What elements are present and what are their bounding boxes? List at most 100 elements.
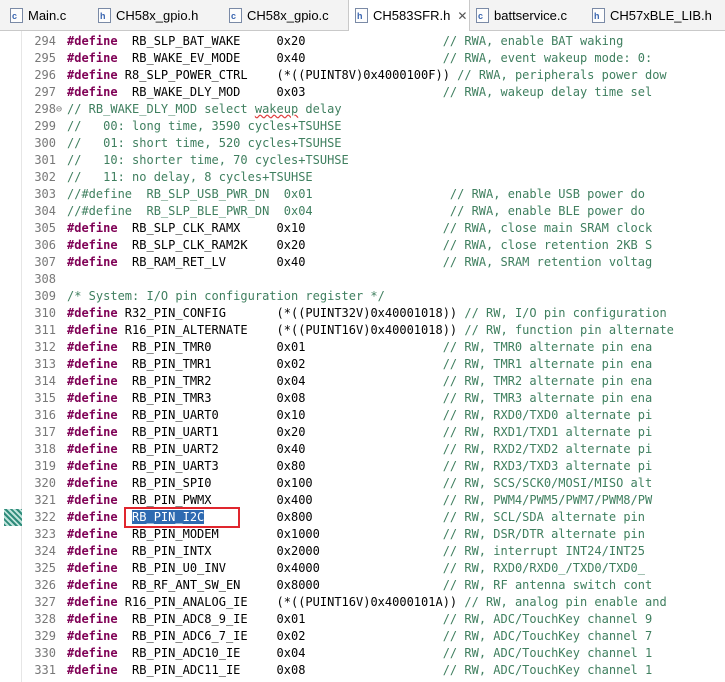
code-line[interactable]: 309 /* System: I/O pin configuration regi… bbox=[0, 288, 725, 305]
code-line[interactable]: 323 #define RB_PIN_MODEM 0x1000 // RW, DS… bbox=[0, 526, 725, 543]
line-comment: delay bbox=[298, 102, 342, 116]
line-number: 319 bbox=[34, 459, 56, 473]
code-line[interactable]: 306 #define RB_SLP_CLK_RAM2K 0x20 // RWA,… bbox=[0, 237, 725, 254]
macro-name: RB_RF_ANT_SW_EN bbox=[117, 578, 241, 592]
code-line[interactable]: 321 #define RB_PIN_PWMX 0x400 // RW, PWM4… bbox=[0, 492, 725, 509]
code-line[interactable]: 324 #define RB_PIN_INTX 0x2000 // RW, int… bbox=[0, 543, 725, 560]
code-line[interactable]: 304 //#define RB_SLP_BLE_PWR_DN 0x04 // R… bbox=[0, 203, 725, 220]
code-line[interactable]: 325 #define RB_PIN_U0_INV 0x4000 // RW, R… bbox=[0, 560, 725, 577]
line-comment: // RWA, enable BAT waking bbox=[442, 34, 624, 48]
line-number: 298 bbox=[34, 102, 56, 116]
code-line[interactable]: 330 #define RB_PIN_ADC10_IE 0x04 // RW, A… bbox=[0, 645, 725, 662]
line-number: 315 bbox=[34, 391, 56, 405]
tab-ch57xble-lib-h[interactable]: h CH57xBLE_LIB.h bbox=[586, 0, 725, 30]
code-line[interactable]: 301 // 10: shorter time, 70 cycles+TSUHSE bbox=[0, 152, 725, 169]
code-line[interactable]: 298 ⊖ // RB_WAKE_DLY_MOD select wakeup del… bbox=[0, 101, 725, 118]
code-line[interactable]: 320 #define RB_PIN_SPI0 0x100 // RW, SCS/… bbox=[0, 475, 725, 492]
code-line[interactable]: 300 // 01: short time, 520 cycles+TSUHSE bbox=[0, 135, 725, 152]
code-line[interactable]: 294 #define RB_SLP_BAT_WAKE 0x20 // RWA, … bbox=[0, 33, 725, 50]
code-line[interactable]: 322 #define RB_PIN_I2C 0x800 // RW, SCL/S… bbox=[0, 509, 725, 526]
code-line[interactable]: 319 #define RB_PIN_UART3 0x80 // RW, RXD3… bbox=[0, 458, 725, 475]
tab-ch58x-gpio-h[interactable]: h CH58x_gpio.h bbox=[92, 0, 223, 30]
code-line[interactable]: 326 #define RB_RF_ANT_SW_EN 0x8000 // RW,… bbox=[0, 577, 725, 594]
code-line[interactable]: 299 // 00: long time, 3590 cycles+TSUHSE bbox=[0, 118, 725, 135]
line-number: 320 bbox=[34, 476, 56, 490]
code-text: #define RB_PIN_MODEM 0x1000 // RW, DSR/D… bbox=[67, 526, 645, 543]
macro-value: 0x08 bbox=[240, 663, 443, 677]
line-number: 330 bbox=[34, 646, 56, 660]
line-number: 297 bbox=[34, 85, 56, 99]
code-line[interactable]: 311 #define R16_PIN_ALTERNATE (*((PUINT16… bbox=[0, 322, 725, 339]
macro-value: 0x08 bbox=[211, 391, 443, 405]
code-line[interactable]: 296 #define R8_SLP_POWER_CTRL (*((PUINT8V… bbox=[0, 67, 725, 84]
code-text: #define RB_WAKE_EV_MODE 0x40 // RWA, eve… bbox=[67, 50, 652, 67]
occurrence-marker-icon[interactable] bbox=[4, 509, 22, 526]
line-comment: /* System: I/O pin configuration registe… bbox=[67, 289, 385, 303]
tab-ch58x-gpio-c[interactable]: c CH58x_gpio.c bbox=[223, 0, 348, 30]
code-line[interactable]: 314 #define RB_PIN_TMR2 0x04 // RW, TMR2 … bbox=[0, 373, 725, 390]
code-line[interactable]: 310 #define R32_PIN_CONFIG (*((PUINT32V)0… bbox=[0, 305, 725, 322]
code-line[interactable]: 302 // 11: no delay, 8 cycles+TSUHSE bbox=[0, 169, 725, 186]
line-number: 294 bbox=[34, 34, 56, 48]
code-line[interactable]: 297 #define RB_WAKE_DLY_MOD 0x03 // RWA, … bbox=[0, 84, 725, 101]
macro-value: 0x02 bbox=[247, 629, 443, 643]
line-number: 324 bbox=[34, 544, 56, 558]
close-tab-icon[interactable]: ✕ bbox=[457, 9, 467, 23]
line-comment: // 11: no delay, 8 cycles+TSUHSE bbox=[67, 170, 313, 184]
code-line[interactable]: 315 #define RB_PIN_TMR3 0x08 // RW, TMR3 … bbox=[0, 390, 725, 407]
preprocessor-keyword: #define bbox=[67, 68, 118, 82]
code-line[interactable]: 312 #define RB_PIN_TMR0 0x01 // RW, TMR0 … bbox=[0, 339, 725, 356]
code-text: // 10: shorter time, 70 cycles+TSUHSE bbox=[67, 152, 349, 169]
preprocessor-keyword: #define bbox=[67, 340, 118, 354]
preprocessor-keyword: #define bbox=[67, 646, 118, 660]
code-editor[interactable]: 294 #define RB_SLP_BAT_WAKE 0x20 // RWA, … bbox=[0, 31, 725, 682]
tab-label: CH57xBLE_LIB.h bbox=[610, 7, 712, 23]
preprocessor-keyword: #define bbox=[67, 595, 118, 609]
tab-main-c[interactable]: c Main.c bbox=[4, 0, 92, 30]
preprocessor-keyword: #define bbox=[67, 306, 118, 320]
line-comment: // RW, RF antenna switch cont bbox=[442, 578, 653, 592]
code-text: #define RB_PIN_TMR0 0x01 // RW, TMR0 alt… bbox=[67, 339, 652, 356]
code-line[interactable]: 329 #define RB_PIN_ADC6_7_IE 0x02 // RW, … bbox=[0, 628, 725, 645]
tab-battservice-c[interactable]: c battservice.c bbox=[470, 0, 586, 30]
code-line[interactable]: 316 #define RB_PIN_UART0 0x10 // RW, RXD0… bbox=[0, 407, 725, 424]
line-number: 307 bbox=[34, 255, 56, 269]
code-line[interactable]: 295 #define RB_WAKE_EV_MODE 0x40 // RWA, … bbox=[0, 50, 725, 67]
code-line[interactable]: 317 #define RB_PIN_UART1 0x20 // RW, RXD1… bbox=[0, 424, 725, 441]
line-number: 318 bbox=[34, 442, 56, 456]
code-line[interactable]: 328 #define RB_PIN_ADC8_9_IE 0x01 // RW, … bbox=[0, 611, 725, 628]
code-text: #define R32_PIN_CONFIG (*((PUINT32V)0x40… bbox=[67, 305, 667, 322]
code-text: // RB_WAKE_DLY_MOD select wakeup delay bbox=[67, 101, 342, 118]
preprocessor-keyword: #define bbox=[67, 578, 118, 592]
line-comment: // RW, SCL/SDA alternate pin bbox=[442, 510, 645, 524]
line-number: 303 bbox=[34, 187, 56, 201]
fold-collapse-icon[interactable]: ⊖ bbox=[56, 101, 62, 118]
code-line[interactable]: 305 #define RB_SLP_CLK_RAMX 0x10 // RWA, … bbox=[0, 220, 725, 237]
code-line[interactable]: 303 //#define RB_SLP_USB_PWR_DN 0x01 // R… bbox=[0, 186, 725, 203]
line-comment: // RW, PWM4/PWM5/PWM7/PWM8/PW bbox=[442, 493, 653, 507]
macro-name: RB_PIN_UART3 bbox=[117, 459, 219, 473]
code-text: #define RB_PIN_ADC6_7_IE 0x02 // RW, ADC… bbox=[67, 628, 652, 645]
tab-ch583sfr-h[interactable]: h CH583SFR.h ✕ bbox=[348, 0, 470, 31]
macro-name: RB_PIN_UART1 bbox=[117, 425, 219, 439]
code-line[interactable]: 308 bbox=[0, 271, 725, 288]
code-line[interactable]: 331 #define RB_PIN_ADC11_IE 0x08 // RW, A… bbox=[0, 662, 725, 679]
code-text: #define RB_PIN_ADC10_IE 0x04 // RW, ADC/… bbox=[67, 645, 652, 662]
macro-name: RB_SLP_CLK_RAMX bbox=[117, 221, 241, 235]
code-line[interactable]: 327 #define R16_PIN_ANALOG_IE (*((PUINT16… bbox=[0, 594, 725, 611]
code-line[interactable]: 318 #define RB_PIN_UART2 0x40 // RW, RXD2… bbox=[0, 441, 725, 458]
code-line[interactable]: 307 #define RB_RAM_RET_LV 0x40 // RWA, SR… bbox=[0, 254, 725, 271]
preprocessor-keyword: #define bbox=[67, 527, 118, 541]
line-number: 310 bbox=[34, 306, 56, 320]
macro-name: RB_PIN_U0_INV bbox=[117, 561, 226, 575]
line-comment: // RW, TMR2 alternate pin ena bbox=[442, 374, 653, 388]
line-comment: // 00: long time, 3590 cycles+TSUHSE bbox=[67, 119, 342, 133]
h-file-icon: h bbox=[98, 7, 111, 23]
preprocessor-keyword: #define bbox=[67, 510, 118, 524]
line-comment: // RW, TMR1 alternate pin ena bbox=[442, 357, 653, 371]
line-comment: // RW, SCS/SCK0/MOSI/MISO alt bbox=[442, 476, 653, 490]
code-text: #define R16_PIN_ANALOG_IE (*((PUINT16V)0… bbox=[67, 594, 667, 611]
code-text: #define RB_PIN_TMR1 0x02 // RW, TMR1 alt… bbox=[67, 356, 652, 373]
code-line[interactable]: 313 #define RB_PIN_TMR1 0x02 // RW, TMR1 … bbox=[0, 356, 725, 373]
tab-label: CH58x_gpio.c bbox=[247, 7, 329, 23]
